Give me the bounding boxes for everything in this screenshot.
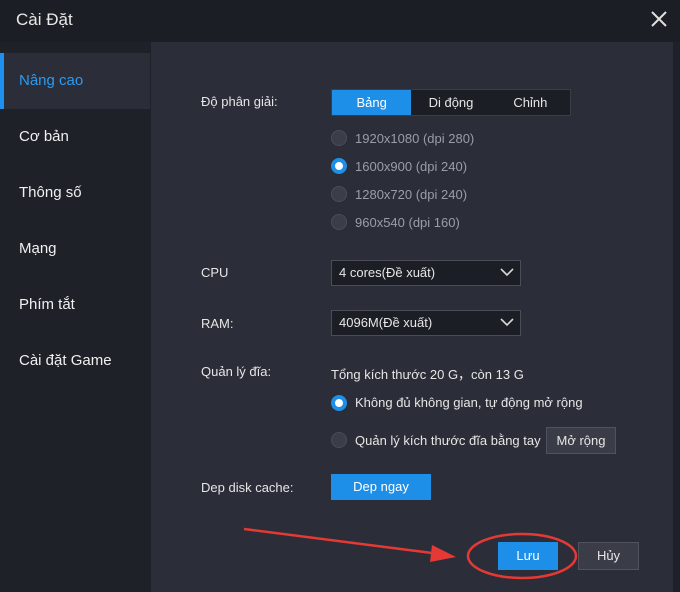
- sidebar-item-game-settings[interactable]: Cài đặt Game: [0, 333, 150, 389]
- disk-auto-radio[interactable]: [331, 395, 347, 411]
- disk-label: Quản lý đĩa:: [201, 364, 272, 379]
- chevron-down-icon: [500, 268, 514, 277]
- resolution-option-label: 1600x900 (dpi 240): [355, 159, 468, 174]
- ram-value: 4096M(Đề xuất): [339, 315, 433, 330]
- clean-cache-button[interactable]: Dep ngay: [331, 474, 431, 500]
- save-button[interactable]: Lưu: [498, 542, 558, 570]
- cancel-button[interactable]: Hủy: [578, 542, 639, 570]
- settings-panel: Độ phân giải: Bảng Di động Chỉnh 1920x10…: [151, 42, 673, 592]
- expand-disk-button[interactable]: Mở rộng: [546, 427, 616, 454]
- disk-manual-label: Quản lý kích thước đĩa bằng tay: [355, 433, 541, 448]
- cpu-select[interactable]: 4 cores(Đề xuất): [331, 260, 521, 286]
- resolution-option-label: 1280x720 (dpi 240): [355, 187, 468, 202]
- cpu-value: 4 cores(Đề xuất): [339, 265, 436, 280]
- resolution-option-label: 1920x1080 (dpi 280): [355, 131, 475, 146]
- window-title: Cài Đặt: [16, 10, 73, 29]
- sidebar-item-network[interactable]: Mạng: [0, 221, 150, 277]
- resolution-mode-tabs: Bảng Di động Chỉnh: [331, 89, 571, 116]
- cache-label: Dep disk cache:: [201, 480, 294, 495]
- title-bar: Cài Đặt: [0, 0, 680, 42]
- resolution-option-label: 960x540 (dpi 160): [355, 215, 460, 230]
- ram-label: RAM:: [201, 316, 234, 331]
- resolution-radio-960[interactable]: [331, 214, 347, 230]
- disk-summary: Tổng kích thước 20 G，còn 13 G: [331, 367, 524, 382]
- sidebar-item-shortcuts[interactable]: Phím tắt: [0, 277, 150, 333]
- tab-tablet[interactable]: Bảng: [332, 90, 412, 115]
- disk-manual-radio[interactable]: [331, 432, 347, 448]
- ram-select[interactable]: 4096M(Đề xuất): [331, 310, 521, 336]
- resolution-radio-1920[interactable]: [331, 130, 347, 146]
- resolution-radio-1600[interactable]: [331, 158, 347, 174]
- cpu-label: CPU: [201, 265, 229, 280]
- sidebar-item-advanced[interactable]: Nâng cao: [0, 53, 150, 109]
- resolution-radio-1280[interactable]: [331, 186, 347, 202]
- chevron-down-icon: [500, 318, 514, 327]
- disk-auto-label: Không đủ không gian, tự động mở rộng: [355, 395, 583, 410]
- tab-mobile[interactable]: Di động: [411, 90, 490, 115]
- sidebar: Nâng cao Cơ bản Thông số Mạng Phím tắt C…: [0, 42, 150, 592]
- close-icon[interactable]: [650, 10, 668, 28]
- sidebar-item-specs[interactable]: Thông số: [0, 165, 150, 221]
- sidebar-item-basic[interactable]: Cơ bản: [0, 109, 150, 165]
- resolution-label: Độ phân giải:: [201, 94, 278, 109]
- tab-custom[interactable]: Chỉnh: [491, 90, 570, 115]
